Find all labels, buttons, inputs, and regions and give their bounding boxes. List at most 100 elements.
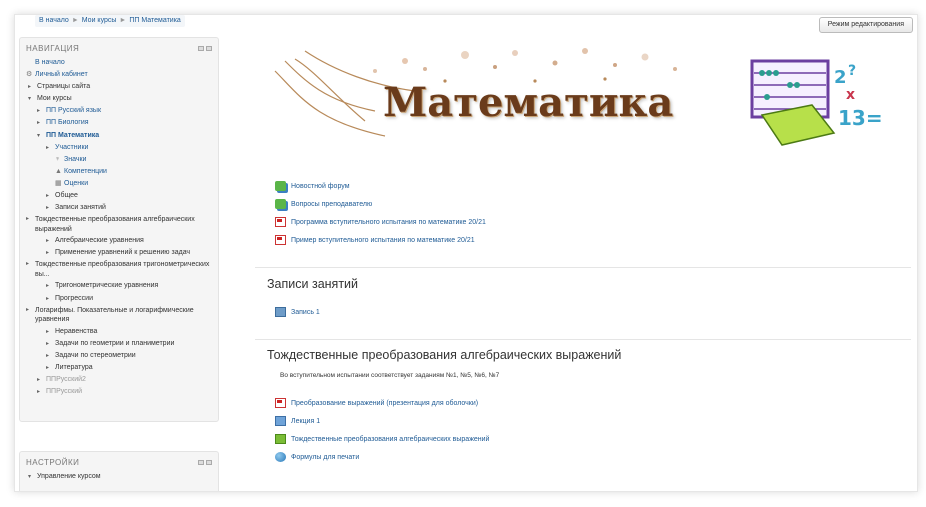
nav-item-label: Общее: [55, 192, 78, 200]
breadcrumb: В начало ► Мои курсы ► ПП Математика: [35, 15, 185, 27]
block-controls[interactable]: [198, 46, 212, 51]
course-banner: Математика 2 ? x 13=: [255, 41, 915, 161]
collapsed-arrow-icon: ▸: [37, 389, 41, 396]
activity-link[interactable]: Пример вступительного испытания по матем…: [275, 231, 486, 249]
section-divider: [255, 339, 911, 340]
nav-item-label: ПП Русский язык: [46, 107, 102, 115]
navigation-title: НАВИГАЦИЯ: [26, 44, 80, 53]
nav-item-label: Мои курсы: [37, 95, 72, 103]
collapsed-arrow-icon: ▸: [46, 205, 50, 212]
nav-item-label: В начало: [35, 59, 65, 66]
nav-item[interactable]: ▸ Неравенства: [26, 326, 212, 338]
collapsed-arrow-icon: ▸: [46, 193, 50, 200]
activity-link[interactable]: Лекция 1: [275, 412, 489, 430]
svg-text:x: x: [846, 87, 855, 103]
nav-item[interactable]: ▸ Тригонометрические уравнения: [26, 280, 212, 292]
nav-item[interactable]: ▾ ПП Математика: [26, 130, 212, 142]
collapsed-arrow-icon: ▸: [46, 364, 50, 371]
edit-mode-button[interactable]: Режим редактирования: [818, 17, 913, 33]
svg-text:?: ?: [848, 63, 856, 79]
nav-item[interactable]: ▸ Применение уравнений к решению задач: [26, 247, 212, 259]
expanded-arrow-icon: ▾: [28, 96, 32, 103]
url-icon: [275, 452, 286, 462]
section-title-records: Записи занятий: [267, 277, 359, 291]
nav-item[interactable]: ▸ Литература: [26, 362, 212, 374]
nav-item[interactable]: ♆ Значки: [26, 154, 212, 166]
activity-label: Лекция 1: [291, 417, 321, 425]
collapsed-arrow-icon: ▸: [26, 306, 30, 313]
book-icon: [275, 434, 286, 444]
nav-item[interactable]: ▦ Оценки: [26, 178, 212, 190]
nav-item[interactable]: ▸ Страницы сайта: [26, 81, 212, 93]
nav-item[interactable]: ▸ Задачи по стереометрии: [26, 350, 212, 362]
collapsed-arrow-icon: ▸: [46, 144, 50, 151]
nav-item-label: Значки: [64, 155, 87, 163]
breadcrumb-my-courses[interactable]: Мои курсы: [82, 17, 117, 24]
nav-item-label: ППРусский: [46, 388, 83, 396]
section-description: Во вступительном испытании соответствует…: [280, 372, 500, 379]
activity-label: Программа вступительного испытания по ма…: [291, 218, 486, 226]
expanded-arrow-icon: ▾: [37, 132, 41, 139]
settings-title: НАСТРОЙКИ: [26, 458, 80, 467]
block-controls[interactable]: [198, 460, 212, 465]
activity-link[interactable]: Запись 1: [275, 303, 320, 321]
activity-label: Пример вступительного испытания по матем…: [291, 236, 475, 244]
nav-item[interactable]: ▸ Общее: [26, 190, 212, 202]
activity-link[interactable]: Новостной форум: [275, 177, 486, 195]
nav-item-label: ПП Биология: [46, 119, 89, 127]
collapse-icon[interactable]: [206, 46, 212, 51]
settings-tree: ▾ Управление курсом: [20, 471, 218, 483]
breadcrumb-home[interactable]: В начало: [39, 17, 69, 24]
activity-link[interactable]: Преобразование выражений (презентация дл…: [275, 394, 489, 412]
activity-label: Запись 1: [291, 308, 320, 316]
nav-item[interactable]: ▸ Прогрессии: [26, 293, 212, 305]
nav-item-label: Литература: [55, 363, 93, 371]
page-frame: В начало ► Мои курсы ► ПП Математика Режим р…: [14, 14, 918, 492]
course-top-links: Новостной форум Вопросы преподавателю Прог…: [275, 177, 486, 249]
pdf-icon: [275, 398, 286, 408]
navigation-tree: В начало ⚙ Личный кабинет ▸ Страницы сайта ▾ М…: [20, 57, 218, 398]
grades-icon: ▦: [55, 179, 62, 187]
section-divider: [255, 267, 911, 268]
nav-item-label: Тождественные преобразования тригонометр…: [35, 261, 210, 278]
collapsed-arrow-icon: ▸: [46, 283, 50, 290]
nav-item[interactable]: ▸ Логарифмы. Показательные и логарифмичес…: [26, 305, 212, 326]
nav-item[interactable]: ⚙ Личный кабинет: [26, 69, 212, 81]
nav-item[interactable]: ▸ Алгебраические уравнения: [26, 235, 212, 247]
nav-item[interactable]: ▸ Задачи по геометрии и планиметрии: [26, 338, 212, 350]
collapsed-arrow-icon: ▸: [46, 340, 50, 347]
nav-item[interactable]: ▸ Тождественные преобразования алгебраиче…: [26, 214, 212, 235]
section-activities-records: Запись 1: [275, 303, 320, 321]
nav-item[interactable]: ▸ Участники: [26, 142, 212, 154]
collapsed-arrow-icon: ▸: [37, 120, 41, 127]
activity-link[interactable]: Вопросы преподавателю: [275, 195, 486, 213]
nav-item[interactable]: ▸ Тождественные преобразования тригономет…: [26, 259, 212, 280]
collapsed-arrow-icon: ▸: [26, 216, 30, 223]
nav-item-label: Тригонометрические уравнения: [55, 282, 159, 290]
nav-item[interactable]: ▸ ПП Русский язык: [26, 105, 212, 117]
nav-item[interactable]: ▸ ПП Биология: [26, 117, 212, 129]
dock-icon[interactable]: [198, 460, 204, 465]
nav-item[interactable]: ▸ Записи занятий: [26, 202, 212, 214]
activity-link[interactable]: Программа вступительного испытания по ма…: [275, 213, 486, 231]
nav-item[interactable]: ▸ ППРусский: [26, 386, 212, 398]
breadcrumb-course[interactable]: ПП Математика: [129, 17, 180, 24]
nav-item[interactable]: В начало: [26, 57, 212, 69]
dock-icon[interactable]: [198, 46, 204, 51]
sparkle-dots: [373, 48, 677, 83]
settings-item-course-admin[interactable]: ▾ Управление курсом: [26, 471, 212, 483]
activity-link[interactable]: Формулы для печати: [275, 448, 489, 466]
collapsed-arrow-icon: ▸: [28, 84, 32, 91]
collapsed-arrow-icon: ▸: [37, 376, 41, 383]
nav-item[interactable]: ▲ Компетенции: [26, 166, 212, 178]
collapsed-arrow-icon: ▸: [46, 328, 50, 335]
activity-link[interactable]: Тождественные преобразования алгебраичес…: [275, 430, 489, 448]
collapsed-arrow-icon: ▸: [46, 238, 50, 245]
nav-item[interactable]: ▸ ППРусский2: [26, 374, 212, 386]
collapse-icon[interactable]: [206, 460, 212, 465]
activity-label: Новостной форум: [291, 182, 350, 190]
nav-item-label: Алгебраические уравнения: [55, 237, 144, 245]
dashboard-icon: ⚙: [26, 71, 33, 79]
nav-item-label: Задачи по стереометрии: [55, 351, 136, 359]
nav-item[interactable]: ▾ Мои курсы: [26, 93, 212, 105]
